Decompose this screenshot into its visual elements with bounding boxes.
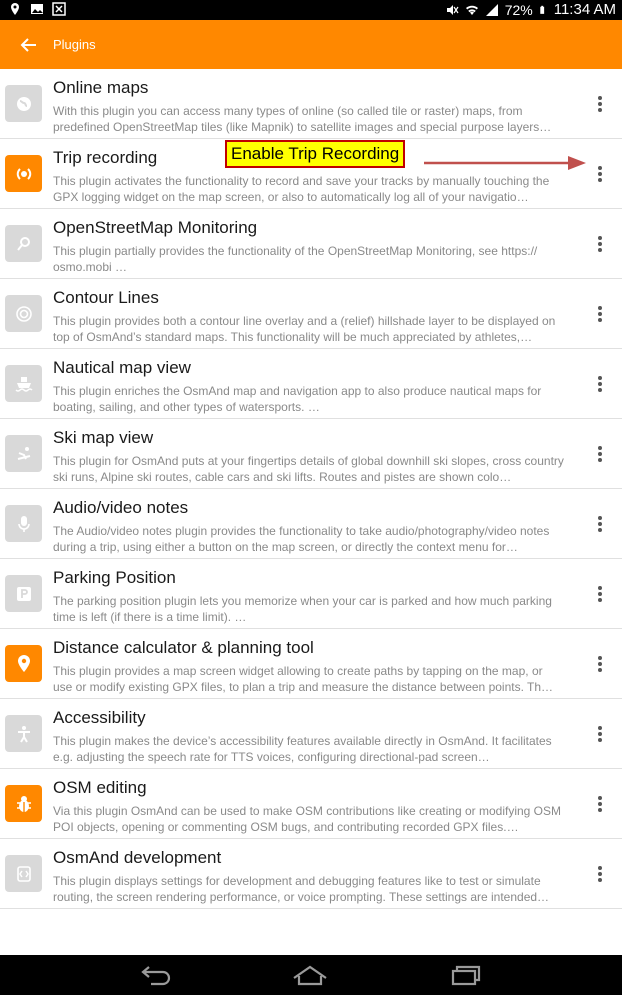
trip-recording-icon <box>5 155 42 192</box>
plugin-description: This plugin activates the functionality … <box>53 174 550 204</box>
nav-recents-icon[interactable] <box>445 964 485 986</box>
annotation-arrow-icon <box>424 156 586 170</box>
back-arrow-icon[interactable] <box>18 34 40 56</box>
monitoring-icon <box>5 225 42 262</box>
plugin-name: Parking Position <box>53 568 176 587</box>
plugin-row-online-maps[interactable]: Online maps With this plugin you can acc… <box>0 69 622 139</box>
plugin-name: Nautical map view <box>53 358 191 377</box>
plugin-description: This plugin partially provides the funct… <box>53 244 538 274</box>
globe-icon <box>5 85 42 122</box>
map-pin-icon <box>5 645 42 682</box>
more-options-icon[interactable] <box>596 585 604 603</box>
page-title: Plugins <box>53 37 96 52</box>
plugin-row-contour-lines[interactable]: Contour Lines This plugin provides both … <box>0 279 622 349</box>
annotation-callout: Enable Trip Recording <box>225 140 406 168</box>
development-icon <box>5 855 42 892</box>
more-options-icon[interactable] <box>596 375 604 393</box>
plugin-name: Trip recording <box>53 148 158 167</box>
plugin-description: This plugin makes the device’s accessibi… <box>53 734 552 764</box>
more-options-icon[interactable] <box>596 445 604 463</box>
more-options-icon[interactable] <box>596 655 604 673</box>
battery-icon <box>540 5 544 14</box>
plugin-name: Distance calculator & planning tool <box>53 638 314 657</box>
plugin-description: Via this plugin OsmAnd can be used to ma… <box>53 804 562 834</box>
plugin-row-osmand-development[interactable]: OsmAnd development This plugin displays … <box>0 839 622 909</box>
plugin-description: This plugin provides both a contour line… <box>53 314 556 344</box>
parking-icon <box>5 575 42 612</box>
plugin-description: The parking position plugin lets you mem… <box>53 594 552 624</box>
more-options-icon[interactable] <box>596 165 604 183</box>
plugin-name: Contour Lines <box>53 288 159 307</box>
nav-back-icon[interactable] <box>135 964 175 986</box>
plugin-row-osm-monitoring[interactable]: OpenStreetMap Monitoring This plugin par… <box>0 209 622 279</box>
plugin-row-distance-calculator[interactable]: Distance calculator & planning tool This… <box>0 629 622 699</box>
battery-percent: 72% <box>504 1 533 18</box>
plugin-row-accessibility[interactable]: Accessibility This plugin makes the devi… <box>0 699 622 769</box>
plugin-row-ski-map[interactable]: Ski map view This plugin for OsmAnd puts… <box>0 419 622 489</box>
nav-home-icon[interactable] <box>290 964 330 986</box>
plugin-row-audio-video-notes[interactable]: Audio/video notes The Audio/video notes … <box>0 489 622 559</box>
plugin-description: This plugin displays settings for develo… <box>53 874 550 904</box>
more-options-icon[interactable] <box>596 795 604 813</box>
bug-icon <box>5 785 42 822</box>
location-icon <box>11 3 19 15</box>
more-options-icon[interactable] <box>596 305 604 323</box>
contour-icon <box>5 295 42 332</box>
more-options-icon[interactable] <box>596 515 604 533</box>
plugin-list: Online maps With this plugin you can acc… <box>0 69 622 909</box>
gallery-icon <box>31 4 43 14</box>
plugin-name: Accessibility <box>53 708 146 727</box>
status-bar: 72% 11:34 AM <box>0 0 622 20</box>
skier-icon <box>5 435 42 472</box>
plugin-name: Online maps <box>53 78 149 97</box>
navigation-bar <box>0 955 622 995</box>
plugin-name: Audio/video notes <box>53 498 189 517</box>
plugin-row-parking-position[interactable]: Parking Position The parking position pl… <box>0 559 622 629</box>
plugin-name: OpenStreetMap Monitoring <box>53 218 258 237</box>
status-time: 11:34 AM <box>553 1 616 18</box>
plugin-name: OsmAnd development <box>53 848 222 867</box>
plugin-description: This plugin provides a map screen widget… <box>53 664 554 694</box>
more-options-icon[interactable] <box>596 95 604 113</box>
signal-icon <box>485 3 498 16</box>
plugin-description: This plugin enriches the OsmAnd map and … <box>53 384 542 414</box>
plugin-name: OSM editing <box>53 778 147 797</box>
more-options-icon[interactable] <box>596 235 604 253</box>
accessibility-icon <box>5 715 42 752</box>
microphone-icon <box>5 505 42 542</box>
mute-icon <box>446 4 459 15</box>
more-options-icon[interactable] <box>596 865 604 883</box>
plugin-row-osm-editing[interactable]: OSM editing Via this plugin OsmAnd can b… <box>0 769 622 839</box>
ship-icon <box>5 365 42 402</box>
plugin-description: With this plugin you can access many typ… <box>53 104 552 134</box>
plugin-description: This plugin for OsmAnd puts at your fing… <box>53 454 564 484</box>
plugin-name: Ski map view <box>53 428 154 447</box>
plugin-row-nautical-map[interactable]: Nautical map view This plugin enriches t… <box>0 349 622 419</box>
app-bar: Plugins <box>0 20 622 69</box>
more-options-icon[interactable] <box>596 725 604 743</box>
wifi-icon <box>465 5 478 15</box>
excel-icon <box>52 2 66 16</box>
plugin-description: The Audio/video notes plugin provides th… <box>53 524 550 554</box>
